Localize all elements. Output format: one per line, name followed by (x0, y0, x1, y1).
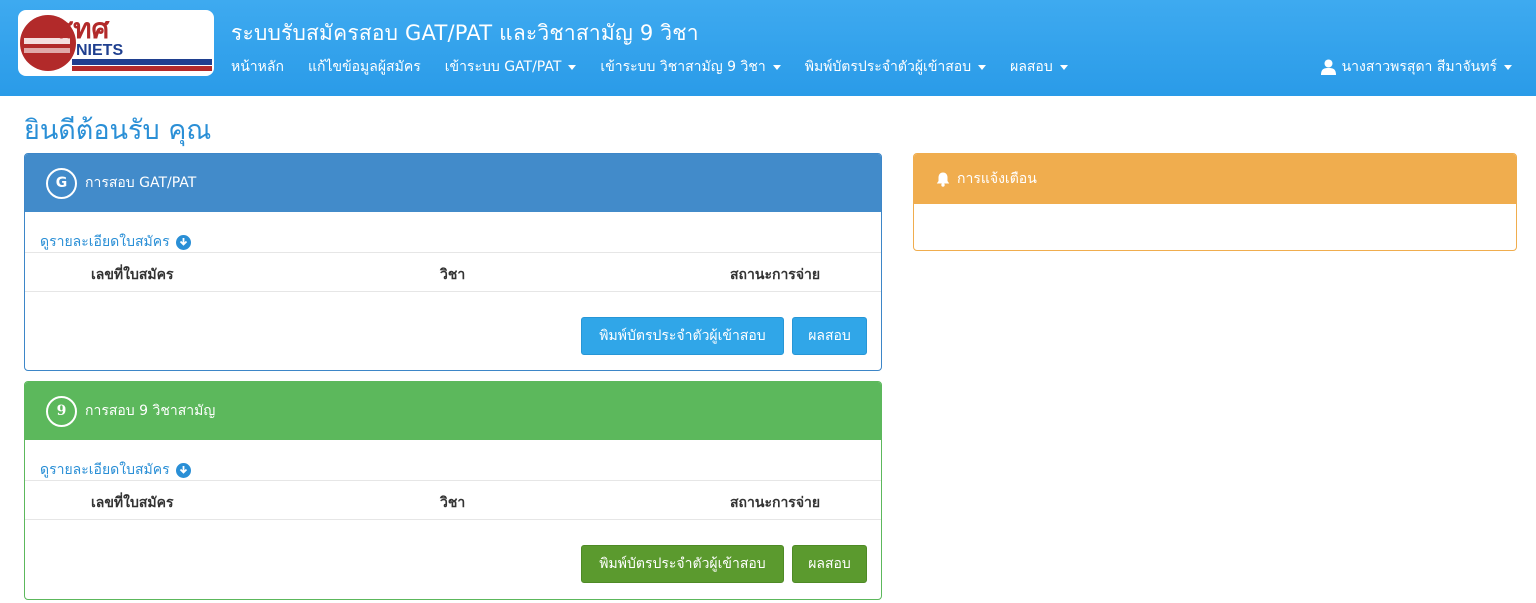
nav-item-5[interactable]: ผลสอบ (1010, 56, 1068, 78)
column-header-payment-status: สถานะการจ่าย (730, 267, 821, 283)
nav-item-4[interactable]: พิมพ์บัตรประจำตัวผู้เข้าสอบ (804, 56, 987, 78)
column-header-application-no: เลขที่ใบสมัคร (91, 495, 174, 511)
arrow-down-circle-icon (175, 462, 191, 478)
g-badge-icon: G (46, 167, 77, 199)
nav-item-label: เข้าระบบ GAT/PAT (444, 59, 562, 75)
nine-subjects-detail-link[interactable]: ดูรายละเอียดใบสมัคร (40, 459, 191, 481)
nine-subjects-card: 9 การสอบ 9 วิชาสามัญ ดูรายละเอียดใบสมัคร… (24, 381, 882, 600)
chevron-down-icon (772, 64, 781, 70)
main-nav: หน้าหลัก แก้ไขข้อมูลผู้สมัคร เข้าระบบ GAT/… (231, 56, 1092, 78)
site-title: ระบบรับสมัครสอบ GAT/PAT และวิชาสามัญ 9 ว… (231, 21, 699, 45)
notification-header: การแจ้งเตือน (914, 154, 1516, 204)
column-header-payment-status: สถานะการจ่าย (730, 495, 821, 511)
gat-pat-card-header: G การสอบ GAT/PAT (25, 154, 881, 212)
nav-item-1[interactable]: แก้ไขข้อมูลผู้สมัคร (308, 56, 421, 78)
chevron-down-icon (978, 64, 987, 70)
logo-thai-text: สทศ (56, 13, 111, 44)
chevron-down-icon (1504, 64, 1512, 70)
nav-item-label: หน้าหลัก (231, 59, 284, 75)
nine-subjects-card-title: การสอบ 9 วิชาสามัญ (85, 403, 216, 419)
top-header: สทศ NIETS ระบบรับสมัครสอบ GAT/PAT และวิช… (0, 0, 1536, 96)
column-header-subject: วิชา (440, 495, 466, 511)
nav-item-label: แก้ไขข้อมูลผู้สมัคร (307, 59, 421, 75)
nine-subjects-print-card-button[interactable]: พิมพ์บัตรประจำตัวผู้เข้าสอบ (581, 545, 784, 583)
detail-link-label: ดูรายละเอียดใบสมัคร (40, 234, 170, 250)
column-header-application-no: เลขที่ใบสมัคร (91, 267, 174, 283)
nav-item-label: เข้าระบบ วิชาสามัญ 9 วิชา (600, 59, 766, 75)
nine-subjects-card-header: 9 การสอบ 9 วิชาสามัญ (25, 382, 881, 440)
user-menu[interactable]: นางสาวพรสุดา สีมาจันทร์ (1320, 56, 1512, 78)
gat-pat-card-title: การสอบ GAT/PAT (85, 175, 197, 191)
bell-icon (936, 172, 950, 187)
column-header-subject: วิชา (440, 267, 466, 283)
logo-niets-text: NIETS (76, 42, 123, 59)
user-name: นางสาวพรสุดา สีมาจันทร์ (1341, 59, 1497, 75)
welcome-heading: ยินดีต้อนรับ คุณ (24, 115, 212, 146)
arrow-down-circle-icon (175, 234, 191, 250)
gat-pat-print-card-button[interactable]: พิมพ์บัตรประจำตัวผู้เข้าสอบ (581, 317, 784, 355)
chevron-down-icon (568, 64, 577, 70)
detail-link-label: ดูรายละเอียดใบสมัคร (40, 462, 170, 478)
niets-logo[interactable]: สทศ NIETS (16, 8, 216, 78)
gat-pat-detail-link[interactable]: ดูรายละเอียดใบสมัคร (40, 231, 191, 253)
gat-pat-result-button[interactable]: ผลสอบ (792, 317, 867, 355)
nav-item-2[interactable]: เข้าระบบ GAT/PAT (445, 56, 577, 78)
nav-item-label: พิมพ์บัตรประจำตัวผู้เข้าสอบ (804, 59, 972, 75)
notification-title: การแจ้งเตือน (957, 171, 1037, 187)
chevron-down-icon (1059, 64, 1068, 70)
nine-subjects-result-button[interactable]: ผลสอบ (792, 545, 867, 583)
nav-item-3[interactable]: เข้าระบบ วิชาสามัญ 9 วิชา (600, 56, 781, 78)
user-icon (1320, 59, 1336, 75)
nine-badge-icon: 9 (46, 395, 77, 427)
gat-pat-table-header: เลขที่ใบสมัคร วิชา สถานะการจ่าย (25, 252, 881, 292)
nine-subjects-table-header: เลขที่ใบสมัคร วิชา สถานะการจ่าย (25, 480, 881, 520)
nav-item-0[interactable]: หน้าหลัก (231, 56, 284, 78)
nav-item-label: ผลสอบ (1010, 59, 1053, 75)
notification-panel: การแจ้งเตือน (913, 153, 1517, 251)
gat-pat-card: G การสอบ GAT/PAT ดูรายละเอียดใบสมัคร เลข… (24, 153, 882, 371)
